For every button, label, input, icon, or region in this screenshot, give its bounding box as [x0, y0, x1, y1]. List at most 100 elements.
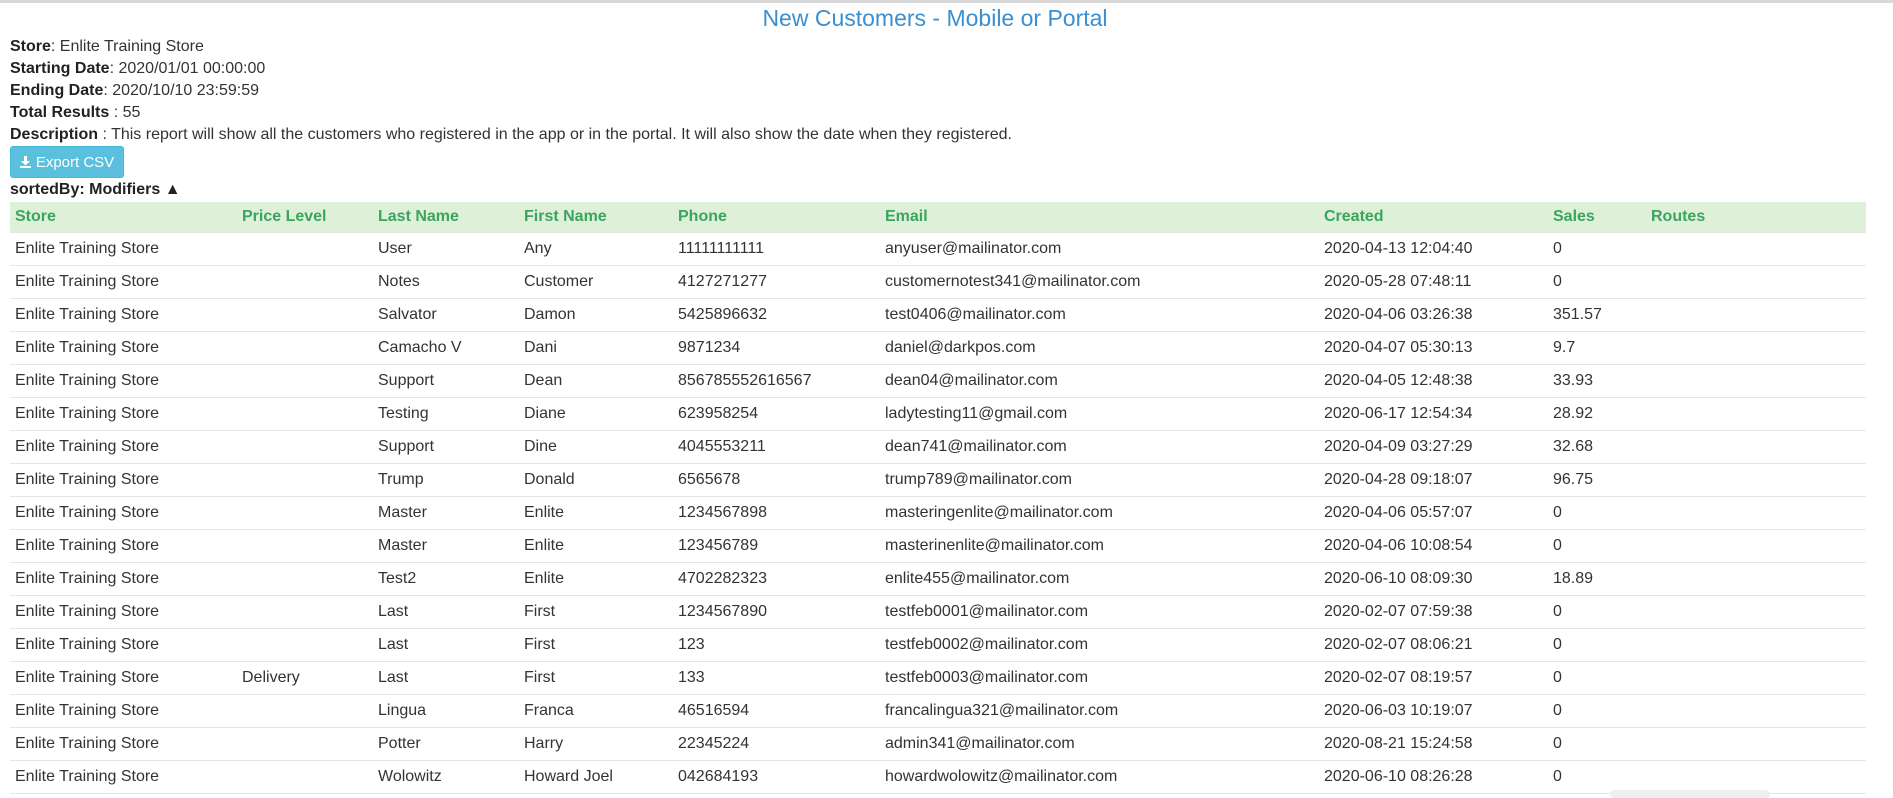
- store-label: Store: [10, 38, 51, 55]
- cell-routes: [1646, 628, 1866, 662]
- cell-first-name: First: [519, 628, 673, 662]
- cell-created: 2020-04-06 03:26:38: [1319, 298, 1548, 332]
- table-body: Enlite Training Store User Any 11111111111 a…: [10, 232, 1866, 794]
- cell-first-name: Dean: [519, 364, 673, 398]
- cell-store: Enlite Training Store: [10, 397, 237, 431]
- ending-date-value: : 2020/10/10 23:59:59: [103, 82, 260, 99]
- cell-price-level: [237, 562, 373, 596]
- cell-phone: 042684193: [673, 760, 880, 794]
- cell-first-name: Franca: [519, 694, 673, 728]
- cell-first-name: Enlite: [519, 496, 673, 530]
- cell-routes: [1646, 727, 1866, 761]
- cell-sales: 0: [1548, 727, 1646, 761]
- cell-last-name: Master: [373, 496, 519, 530]
- cell-last-name: Salvator: [373, 298, 519, 332]
- cell-store: Enlite Training Store: [10, 496, 237, 530]
- ending-date-line: Ending Date: 2020/10/10 23:59:59: [10, 80, 1012, 102]
- table-row: Enlite Training Store Salvator Damon 542589…: [10, 298, 1866, 332]
- cell-email: customernotest341@mailinator.com: [880, 265, 1319, 299]
- cell-created: 2020-04-06 05:57:07: [1319, 496, 1548, 530]
- export-csv-button[interactable]: Export CSV: [10, 146, 124, 178]
- cell-phone: 22345224: [673, 727, 880, 761]
- cell-created: 2020-02-07 07:59:38: [1319, 595, 1548, 629]
- cell-last-name: Support: [373, 430, 519, 464]
- cell-last-name: Last: [373, 628, 519, 662]
- cell-phone: 856785552616567: [673, 364, 880, 398]
- cell-email: trump789@mailinator.com: [880, 463, 1319, 497]
- cell-created: 2020-02-07 08:06:21: [1319, 628, 1548, 662]
- column-header-sales[interactable]: Sales: [1548, 202, 1646, 233]
- description-line: Description : This report will show all …: [10, 124, 1012, 146]
- cell-price-level: [237, 364, 373, 398]
- cell-routes: [1646, 265, 1866, 299]
- cell-phone: 123456789: [673, 529, 880, 563]
- column-header-routes[interactable]: Routes: [1646, 202, 1866, 233]
- cell-price-level: [237, 463, 373, 497]
- top-border: [0, 0, 1893, 3]
- cell-price-level: Delivery: [237, 661, 373, 695]
- cell-last-name: Wolowitz: [373, 760, 519, 794]
- cell-phone: 4702282323: [673, 562, 880, 596]
- export-csv-label: Export CSV: [35, 153, 115, 171]
- cell-phone: 133: [673, 661, 880, 695]
- cell-sales: 0: [1548, 496, 1646, 530]
- column-header-last-name[interactable]: Last Name: [373, 202, 519, 233]
- cell-last-name: Camacho V: [373, 331, 519, 365]
- cell-created: 2020-02-07 08:19:57: [1319, 661, 1548, 695]
- cell-sales: 96.75: [1548, 463, 1646, 497]
- cell-store: Enlite Training Store: [10, 628, 237, 662]
- table-row: Enlite Training Store Testing Diane 6239582…: [10, 397, 1866, 431]
- cell-first-name: First: [519, 595, 673, 629]
- cell-routes: [1646, 562, 1866, 596]
- column-header-first-name[interactable]: First Name: [519, 202, 673, 233]
- table-row: Enlite Training Store Support Dine 40455532…: [10, 430, 1866, 464]
- column-header-phone[interactable]: Phone: [673, 202, 880, 233]
- cell-email: masteringenlite@mailinator.com: [880, 496, 1319, 530]
- cell-created: 2020-04-06 10:08:54: [1319, 529, 1548, 563]
- table-row: Enlite Training Store Wolowitz Howard Joel…: [10, 760, 1866, 794]
- column-header-email[interactable]: Email: [880, 202, 1319, 233]
- cell-phone: 4127271277: [673, 265, 880, 299]
- cell-email: test0406@mailinator.com: [880, 298, 1319, 332]
- cell-first-name: Enlite: [519, 529, 673, 563]
- table-row: Enlite Training Store Master Enlite 1234567…: [10, 496, 1866, 530]
- total-results-line: Total Results : 55: [10, 102, 1012, 124]
- cell-phone: 1234567898: [673, 496, 880, 530]
- cell-email: testfeb0001@mailinator.com: [880, 595, 1319, 629]
- cell-store: Enlite Training Store: [10, 760, 237, 794]
- starting-date-line: Starting Date: 2020/01/01 00:00:00: [10, 58, 1012, 80]
- cell-first-name: Diane: [519, 397, 673, 431]
- cell-first-name: Enlite: [519, 562, 673, 596]
- description-label: Description: [10, 126, 99, 143]
- cell-last-name: Testing: [373, 397, 519, 431]
- column-header-store[interactable]: Store: [10, 202, 237, 233]
- cell-sales: 28.92: [1548, 397, 1646, 431]
- table-row: Enlite Training Store Test2 Enlite 47022823…: [10, 562, 1866, 596]
- column-header-price-level[interactable]: Price Level: [237, 202, 373, 233]
- cell-store: Enlite Training Store: [10, 529, 237, 563]
- cell-store: Enlite Training Store: [10, 595, 237, 629]
- cell-price-level: [237, 397, 373, 431]
- cell-first-name: Dine: [519, 430, 673, 464]
- cell-email: dean04@mailinator.com: [880, 364, 1319, 398]
- cell-sales: 0: [1548, 232, 1646, 266]
- cell-phone: 5425896632: [673, 298, 880, 332]
- cell-sales: 32.68: [1548, 430, 1646, 464]
- cell-last-name: User: [373, 232, 519, 266]
- table-row: Enlite Training Store Support Dean 85678555…: [10, 364, 1866, 398]
- cell-routes: [1646, 529, 1866, 563]
- cell-last-name: Last: [373, 661, 519, 695]
- cell-phone: 4045553211: [673, 430, 880, 464]
- cell-price-level: [237, 760, 373, 794]
- cell-sales: 351.57: [1548, 298, 1646, 332]
- report-meta: Store: Enlite Training Store Starting Da…: [10, 36, 1012, 146]
- cell-created: 2020-06-03 10:19:07: [1319, 694, 1548, 728]
- cell-created: 2020-04-28 09:18:07: [1319, 463, 1548, 497]
- cell-first-name: Harry: [519, 727, 673, 761]
- cell-phone: 1234567890: [673, 595, 880, 629]
- cell-store: Enlite Training Store: [10, 694, 237, 728]
- table-row: Enlite Training Store Delivery Last First 13…: [10, 661, 1866, 695]
- column-header-created[interactable]: Created: [1319, 202, 1548, 233]
- cell-sales: 0: [1548, 661, 1646, 695]
- cell-phone: 11111111111: [673, 232, 880, 266]
